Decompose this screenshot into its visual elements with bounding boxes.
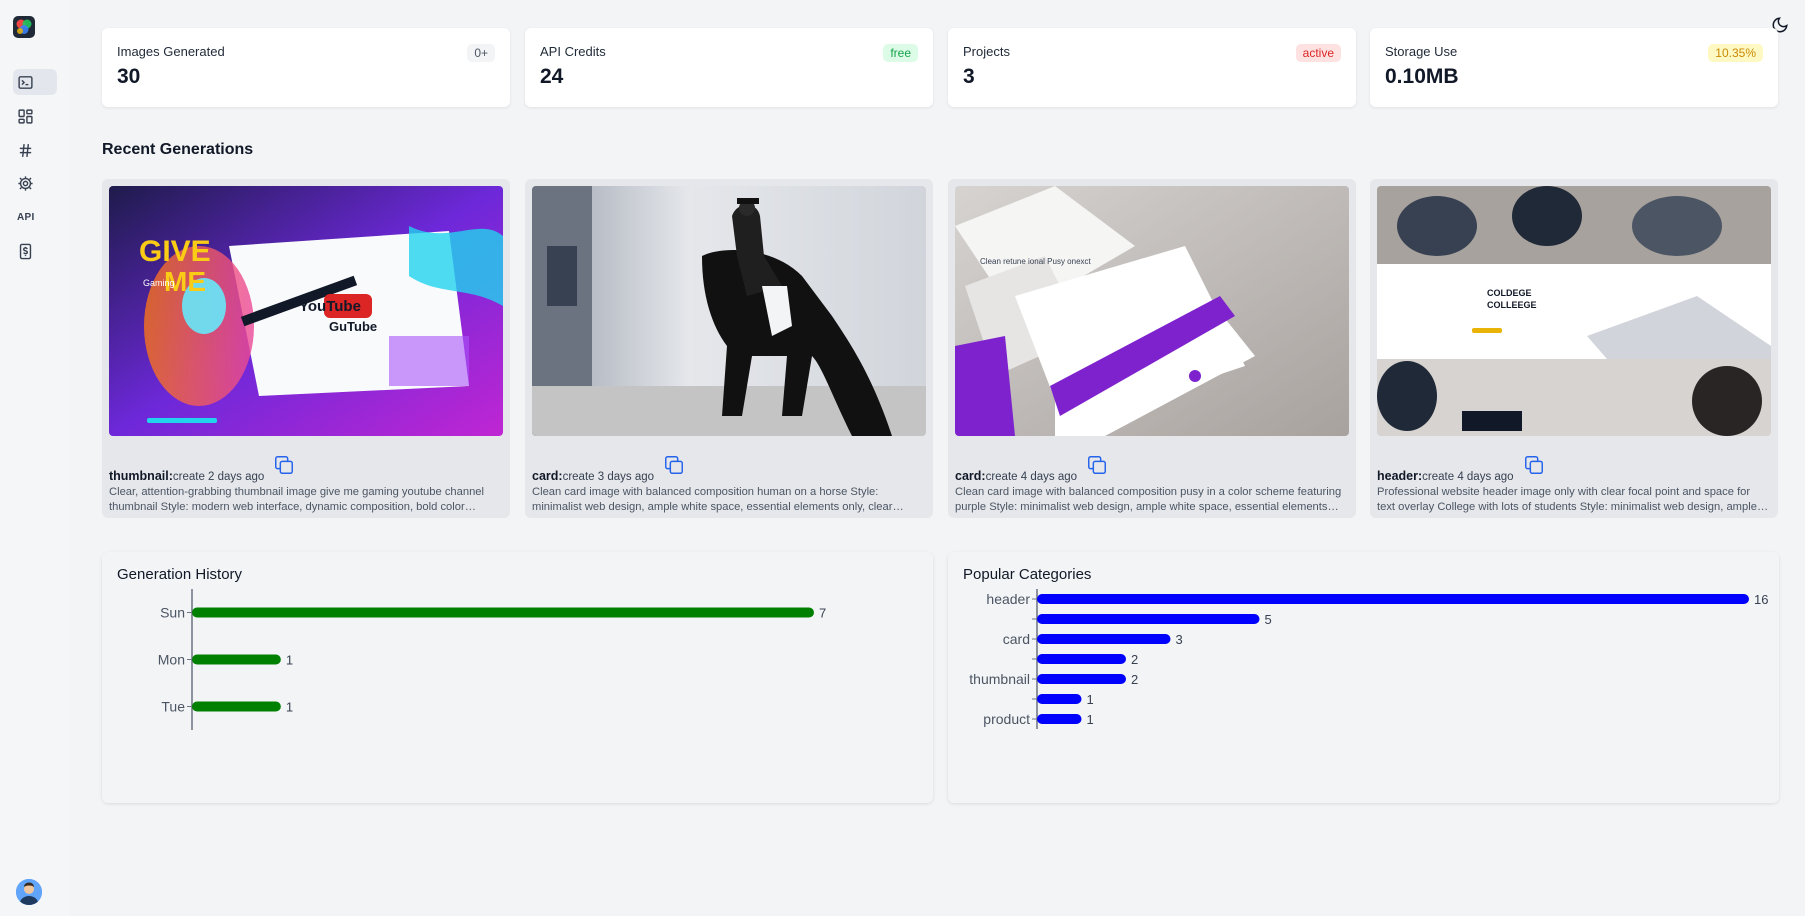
stat-badge: active xyxy=(1295,44,1341,62)
sidebar-item-api[interactable]: API xyxy=(13,204,57,230)
api-label: API xyxy=(17,211,35,223)
generation-time: create 4 days ago xyxy=(1422,471,1514,483)
hash-icon xyxy=(19,143,32,157)
generation-card[interactable]: card: create 3 days ago Clean card image… xyxy=(525,179,933,518)
stat-card-credits: API Credits 24 free xyxy=(525,28,933,107)
category-label: card xyxy=(1003,631,1030,647)
generation-history-panel: Generation History 7 Sun 1 Mon 1 Tue xyxy=(102,552,933,803)
generation-type: header: xyxy=(1377,469,1423,483)
stat-label: Projects xyxy=(963,44,1010,59)
sidebar-item-settings[interactable] xyxy=(13,170,57,196)
terminal-icon xyxy=(18,75,33,89)
generation-time: create 2 days ago xyxy=(172,471,265,483)
category-label: Tue xyxy=(161,699,185,715)
bar-value-label: 1 xyxy=(1087,692,1094,707)
user-avatar[interactable] xyxy=(16,879,42,905)
generation-description: Clear, attention-grabbing thumbnail imag… xyxy=(109,486,485,513)
copy-icon[interactable] xyxy=(1523,454,1545,476)
stat-badge: 0+ xyxy=(467,44,495,62)
generation-image[interactable]: COLDEGE COLLEEGE xyxy=(1377,186,1771,436)
chart-bar[interactable] xyxy=(192,654,281,665)
bar-value-label: 16 xyxy=(1754,592,1768,607)
bar-value-label: 3 xyxy=(1176,632,1183,647)
copy-icon[interactable] xyxy=(273,454,295,476)
copy-icon[interactable] xyxy=(663,454,685,476)
bar-value-label: 5 xyxy=(1265,612,1272,627)
generation-time: create 4 days ago xyxy=(985,471,1077,483)
stat-label: API Credits xyxy=(540,44,606,59)
chart-bar[interactable] xyxy=(192,701,281,712)
generation-card[interactable]: Clean retune ional Pusy onexct card: cre… xyxy=(948,179,1356,518)
stat-badge: free xyxy=(883,44,918,62)
category-label: Mon xyxy=(158,652,185,668)
sidebar-item-dashboard[interactable] xyxy=(13,103,57,129)
category-label: thumbnail xyxy=(969,671,1030,687)
chart-bar[interactable] xyxy=(1037,694,1082,704)
app-logo[interactable] xyxy=(12,15,36,39)
stat-badge: 10.35% xyxy=(1708,44,1763,62)
generation-card[interactable]: COLDEGE COLLEEGE header: create 4 days a… xyxy=(1370,179,1778,518)
gear-icon xyxy=(18,175,33,191)
college-text-2: COLLEEGE xyxy=(1487,300,1537,310)
card-text: Clean retune ional Pusy onexct xyxy=(980,257,1092,266)
dashboard-icon xyxy=(18,108,33,124)
generation-history-chart: 7 Sun 1 Mon 1 Tue xyxy=(158,589,826,730)
stat-card-images: Images Generated 30 0+ xyxy=(102,28,510,107)
stat-card-storage: Storage Use 0.10MB 10.35% xyxy=(1370,28,1778,107)
generation-card[interactable]: YouTube GuTube GIVE ME Gaming thumbnail:… xyxy=(102,179,510,518)
category-label: header xyxy=(986,591,1030,607)
chart-bar[interactable] xyxy=(1037,714,1082,724)
stat-card-projects: Projects 3 active xyxy=(948,28,1356,107)
copy-icon[interactable] xyxy=(1086,454,1108,476)
billing-icon xyxy=(19,243,32,259)
generation-description: Professional website header image only w… xyxy=(1377,486,1757,513)
category-label: Sun xyxy=(160,605,185,621)
bar-value-label: 7 xyxy=(819,606,826,621)
chart-bar[interactable] xyxy=(1037,594,1749,604)
stat-value: 30 xyxy=(117,65,141,88)
gutube-text: GuTube xyxy=(329,319,377,334)
chart-bar[interactable] xyxy=(192,607,814,618)
sidebar-item-terminal[interactable] xyxy=(13,69,57,95)
generation-type: card: xyxy=(955,469,986,483)
college-text-1: COLDEGE xyxy=(1487,288,1532,298)
youtube-text: YouTube xyxy=(299,298,361,315)
sidebar-item-billing[interactable] xyxy=(13,238,57,264)
give-text: GIVE xyxy=(139,235,211,268)
bar-value-label: 1 xyxy=(286,653,293,668)
bar-value-label: 2 xyxy=(1131,672,1138,687)
generation-description: Clean card image with balanced compositi… xyxy=(955,486,1342,513)
chart-bar[interactable] xyxy=(1037,654,1126,664)
popular-categories-panel: Popular Categories 16 header 5 3 card 2 2 thumb… xyxy=(948,552,1779,803)
popular-categories-chart: 16 header 5 3 card 2 2 thumbnail 1 1 product xyxy=(969,589,1768,729)
generation-type: thumbnail: xyxy=(109,469,173,483)
sidebar-item-hash[interactable] xyxy=(13,137,57,163)
stat-value: 0.10MB xyxy=(1385,65,1459,88)
stat-value: 3 xyxy=(963,65,975,88)
chart-bar[interactable] xyxy=(1037,634,1171,644)
chart-bar[interactable] xyxy=(1037,614,1260,624)
generation-time: create 3 days ago xyxy=(562,471,654,483)
bar-value-label: 1 xyxy=(1087,712,1094,727)
generation-description: Clean card image with balanced compositi… xyxy=(532,486,893,513)
gaming-text: Gaming xyxy=(143,278,175,288)
generation-type: card: xyxy=(532,469,563,483)
stat-label: Storage Use xyxy=(1385,44,1458,59)
generation-image[interactable]: YouTube GuTube GIVE ME Gaming xyxy=(109,186,503,436)
stat-label: Images Generated xyxy=(117,44,225,59)
bar-value-label: 1 xyxy=(286,700,293,715)
generation-image[interactable]: Clean retune ional Pusy onexct xyxy=(955,186,1349,436)
recent-generations-title: Recent Generations xyxy=(102,141,254,158)
category-label: product xyxy=(983,711,1030,727)
stat-value: 24 xyxy=(540,65,564,88)
bar-value-label: 2 xyxy=(1131,652,1138,667)
sidebar: API xyxy=(0,0,70,916)
generation-image[interactable] xyxy=(532,186,926,436)
chart-bar[interactable] xyxy=(1037,674,1126,684)
